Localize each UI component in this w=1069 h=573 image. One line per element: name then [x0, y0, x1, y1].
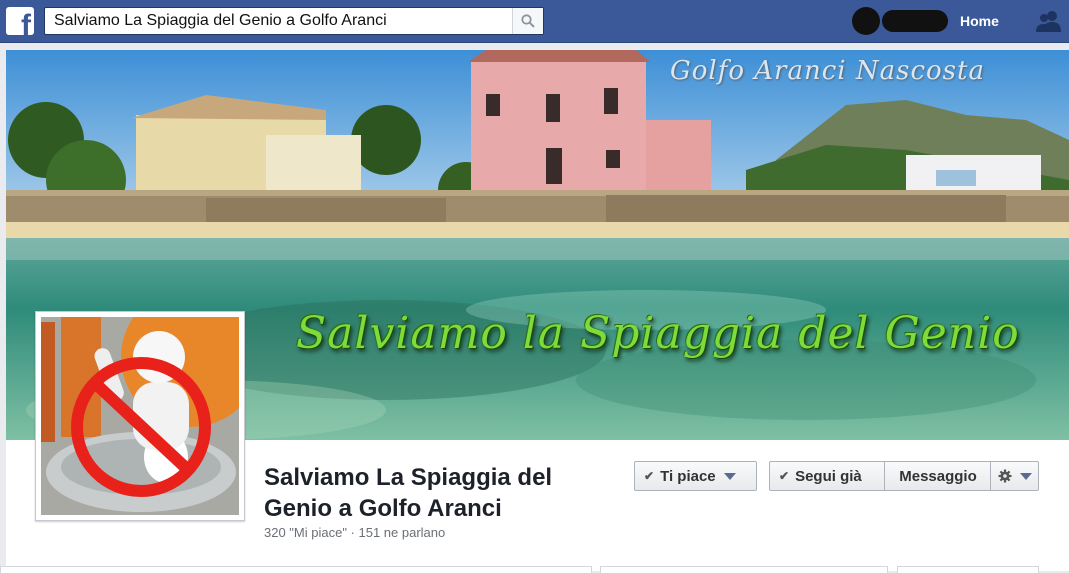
page-stats[interactable]: 320 "Mi piace" · 151 ne parlano [264, 525, 445, 540]
cover-title: Salviamo la Spiaggia del Genio [296, 308, 1020, 359]
like-label: Ti piace [660, 467, 716, 485]
search-button[interactable] [512, 8, 543, 34]
top-navigation-bar: f Salviamo La Spiaggia del Genio a Golfo… [0, 0, 1069, 43]
check-icon: ✔ [779, 469, 790, 483]
home-link[interactable]: Home [960, 13, 999, 29]
follow-button[interactable]: ✔ Segui già [770, 462, 884, 490]
search-input[interactable]: Salviamo La Spiaggia del Genio a Golfo A… [44, 7, 544, 35]
check-icon: ✔ [644, 469, 655, 483]
settings-button[interactable] [990, 462, 1039, 490]
profile-picture-image [41, 317, 239, 515]
friend-requests-icon[interactable] [1036, 10, 1062, 32]
page-name[interactable]: Salviamo La Spiaggia del Genio a Golfo A… [264, 462, 614, 524]
search-input-value[interactable]: Salviamo La Spiaggia del Genio a Golfo A… [54, 12, 387, 30]
redacted-username[interactable] [882, 10, 948, 32]
cover-watermark: Golfo Aranci Nascosta [670, 56, 985, 86]
chevron-down-icon [1020, 472, 1032, 480]
tab-edge-2[interactable] [897, 566, 1039, 573]
tab-edge-1[interactable] [600, 566, 888, 573]
follow-label: Segui già [795, 467, 862, 485]
timeline-nav-edge [0, 566, 592, 573]
like-button[interactable]: ✔ Ti piace [634, 461, 757, 491]
redacted-avatar[interactable] [852, 7, 880, 35]
page-actions-group: ✔ Segui già Messaggio [769, 461, 1039, 491]
search-icon [521, 14, 535, 28]
message-label: Messaggio [899, 467, 977, 485]
gear-icon [998, 469, 1012, 483]
chevron-down-icon [723, 472, 736, 480]
message-button[interactable]: Messaggio [884, 462, 991, 490]
facebook-logo-icon[interactable]: f [6, 7, 34, 35]
profile-picture[interactable] [35, 311, 245, 521]
